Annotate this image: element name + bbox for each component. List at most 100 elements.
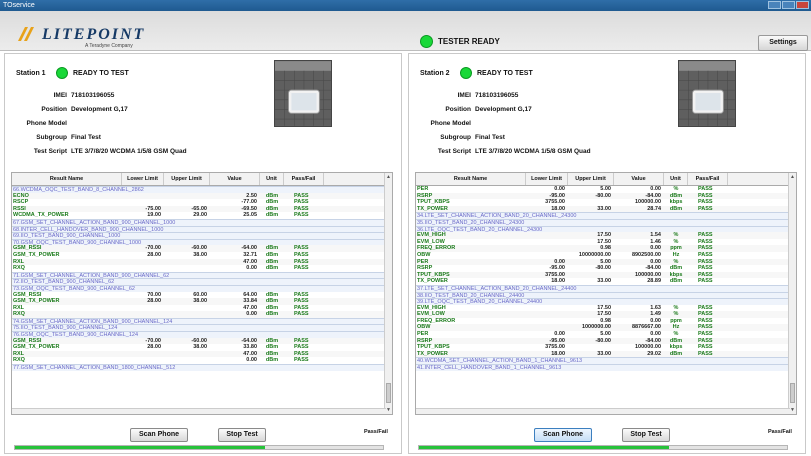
cell-unit: dBm <box>265 337 279 344</box>
table-row[interactable]: WCDMA_TX_POWER 19.00 29.00 25.05 dBm PASS <box>12 212 385 219</box>
table-section-row[interactable]: 77.GSM_SET_CHANNEL_ACTION_BAND_1800_CHAN… <box>12 364 385 371</box>
scrollbar-thumb[interactable] <box>790 383 795 403</box>
table-section-row[interactable]: 40.WCDMA_SET_CHANNEL_ACTION_BAND_1_CHANN… <box>416 357 789 364</box>
column-header-pass-fail[interactable]: Pass/Fail <box>688 173 728 185</box>
column-header-result-name[interactable]: Result Name <box>12 173 122 185</box>
table-section-row[interactable]: 66.WCDMA_OQC_TEST_BAND_8_CHANNEL_2862 <box>12 186 385 193</box>
table-section-row[interactable]: 76.GSM_OQC_TEST_BAND_900_CHANNEL_124 <box>12 331 385 338</box>
cell-pass-fail: PASS <box>294 205 309 212</box>
scan-phone-button[interactable]: Scan Phone <box>130 428 188 442</box>
table-row[interactable]: GSM_TX_POWER 28.00 38.00 32.71 dBm PASS <box>12 252 385 259</box>
table-section-row[interactable]: 67.GSM_SET_CHANNEL_ACTION_BAND_900_CHANN… <box>12 218 385 226</box>
table-section-row[interactable]: 34.LTE_SET_CHANNEL_ACTION_BAND_20_CHANNE… <box>416 212 789 219</box>
scan-phone-button[interactable]: Scan Phone <box>534 428 592 442</box>
scroll-up-arrow-icon[interactable]: ▲ <box>789 173 796 181</box>
column-header-upper-limit[interactable]: Upper Limit <box>164 173 210 185</box>
table-row[interactable]: TX_POWER 18.00 33.00 29.02 dBm PASS <box>416 350 789 358</box>
vertical-scrollbar[interactable]: ▲ ▼ <box>384 173 392 414</box>
settings-button[interactable]: Settings <box>758 35 808 51</box>
table-row[interactable]: TX_POWER 18.00 33.00 28.74 dBm PASS <box>416 205 789 213</box>
table-section-row[interactable]: 35.IIO_TEST_BAND_20_CHANNEL_24300 <box>416 218 789 226</box>
table-section-row[interactable]: 69.IIO_TEST_BAND_900_CHANNEL_1000 <box>12 232 385 239</box>
cell-pass-fail: PASS <box>698 258 713 265</box>
table-row[interactable]: GSM_TX_POWER 28.00 38.00 33.80 dBm PASS <box>12 344 385 351</box>
table-row[interactable]: PER 0.00 5.00 0.00% PASS <box>416 331 789 338</box>
table-row[interactable]: TPUT_KBPS 3755.00 100000.00 kbps PASS <box>416 344 789 351</box>
stop-test-button[interactable]: Stop Test <box>622 428 670 442</box>
table-row[interactable]: RXL 47.00 dBm PASS <box>12 350 385 358</box>
close-button[interactable] <box>796 1 809 9</box>
maximize-button[interactable] <box>782 1 795 9</box>
horizontal-scrollbar[interactable] <box>12 408 386 414</box>
table-row[interactable]: RXL 47.00 dBm PASS <box>12 305 385 312</box>
table-row[interactable]: EVM_LOW 17.50 1.46% PASS <box>416 239 789 246</box>
table-row[interactable]: ECNO 2.50 dBm PASS <box>12 192 385 200</box>
horizontal-scrollbar[interactable] <box>416 408 790 414</box>
vertical-scrollbar[interactable]: ▲ ▼ <box>788 173 796 414</box>
table-section-row[interactable]: 68.INTER_CELL_HANDOVER_BAND_900_CHANNEL_… <box>12 225 385 233</box>
cell-value: -84.00 <box>645 265 661 272</box>
column-header-lower-limit[interactable]: Lower Limit <box>526 173 568 185</box>
table-row[interactable]: GSM_TX_POWER 28.00 38.00 33.84 dBm PASS <box>12 298 385 305</box>
table-row[interactable]: TX_POWER 18.00 33.00 28.89 dBm PASS <box>416 278 789 285</box>
stop-test-button[interactable]: Stop Test <box>218 428 266 442</box>
table-row[interactable]: TPUT_KBPS 3755.00 100000.00 kbps PASS <box>416 199 789 206</box>
table-section-row[interactable]: 71.GSM_SET_CHANNEL_ACTION_BAND_900_CHANN… <box>12 271 385 279</box>
column-header-unit[interactable]: Unit <box>664 173 688 185</box>
column-header-upper-limit[interactable]: Upper Limit <box>568 173 614 185</box>
cell-unit: dBm <box>265 311 279 318</box>
table-row[interactable]: RSSI -75.00 -65.00 -69.50 dBm PASS <box>12 205 385 213</box>
scrollbar-thumb[interactable] <box>386 383 391 403</box>
scroll-down-arrow-icon[interactable]: ▼ <box>385 406 392 414</box>
scroll-up-arrow-icon[interactable]: ▲ <box>385 173 392 181</box>
table-row[interactable]: RXQ 0.00 dBm PASS <box>12 265 385 272</box>
table-row[interactable]: RSRP -95.00 -80.00 -84.00 dBm PASS <box>416 192 789 200</box>
table-row[interactable]: OBW 1000000.00 8876667.00 Hz PASS <box>416 324 789 332</box>
table-row[interactable]: RSCP -77.00 dBm PASS <box>12 199 385 206</box>
cell-upper-limit: 0.98 <box>600 317 611 324</box>
results-table-body: Result Name Lower Limit Upper Limit Valu… <box>416 173 789 371</box>
table-section-row[interactable]: 36.LTE_OQC_TEST_BAND_20_CHANNEL_24300 <box>416 225 789 233</box>
table-row[interactable]: RXQ 0.00 dBm PASS <box>12 357 385 364</box>
minimize-button[interactable] <box>768 1 781 9</box>
table-section-row[interactable]: 41.INTER_CELL_HANDOVER_BAND_1_CHANNEL_96… <box>416 364 789 371</box>
table-section-row[interactable]: 38.IIO_TEST_BAND_20_CHANNEL_24400 <box>416 291 789 299</box>
cell-result-name: EVM_LOW <box>417 311 445 318</box>
table-row[interactable]: GSM_RSSI -70.00 -60.00 -64.00 dBm PASS <box>12 245 385 252</box>
results-table[interactable]: Result Name Lower Limit Upper Limit Valu… <box>415 172 797 415</box>
table-section-row[interactable]: 37.LTE_SET_CHANNEL_ACTION_BAND_20_CHANNE… <box>416 284 789 292</box>
results-table[interactable]: Result Name Lower Limit Upper Limit Valu… <box>11 172 393 415</box>
table-row[interactable]: EVM_LOW 17.50 1.49% PASS <box>416 311 789 318</box>
tester-status-indicator-icon <box>420 35 433 48</box>
table-row[interactable]: GSM_RSSI 70.00 60.00 64.00 dBm PASS <box>12 292 385 299</box>
table-row[interactable]: RXQ 0.00 dBm PASS <box>12 311 385 318</box>
table-row[interactable]: PER 0.00 5.00 0.00% PASS <box>416 258 789 266</box>
table-section-row[interactable]: 73.GSM_OQC_TEST_BAND_900_CHANNEL_62 <box>12 284 385 292</box>
table-section-row[interactable]: 70.GSM_OQC_TEST_BAND_900_CHANNEL_1000 <box>12 238 385 246</box>
table-row[interactable]: EVM_HIGH 17.50 1.54% PASS <box>416 232 789 239</box>
column-header-result-name[interactable]: Result Name <box>416 173 526 185</box>
column-header-value[interactable]: Value <box>614 173 664 185</box>
table-row[interactable]: FREQ_ERROR 0.98 0.00 ppm PASS <box>416 245 789 252</box>
table-row[interactable]: PER 0.00 5.00 0.00% PASS <box>416 186 789 193</box>
table-row[interactable]: FREQ_ERROR 0.98 0.00 ppm PASS <box>416 318 789 325</box>
table-row[interactable]: TPUT_KBPS 3755.00 100000.00 kbps PASS <box>416 271 789 279</box>
table-row[interactable]: RXL 47.00 dBm PASS <box>12 258 385 266</box>
column-header-value[interactable]: Value <box>210 173 260 185</box>
table-row[interactable]: RSRP -95.00 -80.00 -84.00 dBm PASS <box>416 265 789 272</box>
table-row[interactable]: RSRP -95.00 -80.00 -84.00 dBm PASS <box>416 337 789 345</box>
table-section-row[interactable]: 39.LTE_OQC_TEST_BAND_20_CHANNEL_24400 <box>416 298 789 305</box>
table-row[interactable]: GSM_RSSI -70.00 -60.00 -64.00 dBm PASS <box>12 337 385 345</box>
scroll-down-arrow-icon[interactable]: ▼ <box>789 406 796 414</box>
table-section-row[interactable]: 75.IIO_TEST_BAND_900_CHANNEL_124 <box>12 324 385 331</box>
table-row[interactable]: OBW 10000000.00 8902500.00 Hz PASS <box>416 252 789 259</box>
table-section-row[interactable]: 74.GSM_SET_CHANNEL_ACTION_BAND_900_CHANN… <box>12 317 385 325</box>
column-header-unit[interactable]: Unit <box>260 173 284 185</box>
table-row[interactable]: EVM_HIGH 17.50 1.63% PASS <box>416 305 789 312</box>
cell-value: -77.00 <box>241 199 257 206</box>
cell-unit: kbps <box>669 199 683 206</box>
station-title: Station 1 <box>16 70 46 77</box>
column-header-pass-fail[interactable]: Pass/Fail <box>284 173 324 185</box>
column-header-lower-limit[interactable]: Lower Limit <box>122 173 164 185</box>
table-section-row[interactable]: 72.IIO_TEST_BAND_900_CHANNEL_62 <box>12 278 385 285</box>
